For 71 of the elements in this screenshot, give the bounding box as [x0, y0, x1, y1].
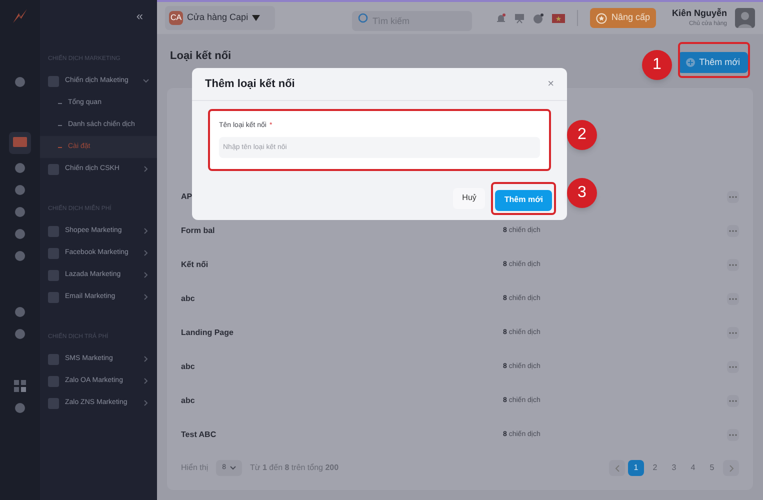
range-summary: Từ 1 đến 8 trên tổng 200: [250, 462, 339, 474]
more-button[interactable]: [727, 361, 739, 373]
next-page-button[interactable]: [723, 460, 739, 476]
table-cell: Kết nối: [181, 259, 208, 271]
page-button[interactable]: 4: [685, 460, 701, 476]
chevron-left-icon: [614, 464, 620, 472]
table-cell: Landing Page: [181, 327, 234, 339]
app-icon: [48, 226, 59, 236]
collapse-button[interactable]: «: [136, 8, 143, 24]
chevron-right-icon: [143, 228, 149, 234]
chevron-right-icon: [143, 166, 149, 172]
more-button[interactable]: [727, 429, 739, 441]
chevron-right-icon: [143, 356, 149, 362]
table-cell: abc: [181, 293, 195, 305]
avatar-icon[interactable]: [735, 8, 755, 28]
store-avatar: CA: [169, 11, 183, 25]
grid-icon[interactable]: [12, 378, 28, 394]
chevron-right-icon: [143, 294, 149, 300]
chevron-right-icon: [728, 464, 734, 472]
app-icon: [48, 270, 59, 280]
table-cell: Test ABC: [181, 429, 216, 441]
presentation-icon[interactable]: [514, 12, 526, 24]
more-button[interactable]: [727, 191, 739, 203]
nav-rail-button[interactable]: [9, 132, 31, 154]
show-label: Hiển thị: [181, 462, 208, 474]
store-name: Cửa hàng Capi: [187, 11, 248, 24]
page-title: Loại kết nối: [170, 49, 232, 64]
table-cell: abc: [181, 361, 195, 373]
app-icon: [48, 354, 59, 364]
app-icon: [48, 398, 59, 408]
chevron-down-icon: [230, 466, 236, 470]
app-icon: [48, 376, 59, 386]
flag-icon[interactable]: [552, 14, 566, 22]
page-button[interactable]: 1: [628, 460, 644, 476]
app-icon: [48, 248, 59, 258]
search-icon: [358, 13, 368, 23]
star-icon: [596, 12, 608, 24]
app-icon: [48, 76, 59, 86]
page-button[interactable]: 5: [704, 460, 720, 476]
more-button[interactable]: [727, 395, 739, 407]
step-number: 1: [642, 50, 672, 80]
table-cell: abc: [181, 395, 195, 407]
app-icon: [48, 292, 59, 302]
chevron-right-icon: [143, 400, 149, 406]
page-button[interactable]: 3: [666, 460, 682, 476]
store-selector[interactable]: CA Cửa hàng Capi: [165, 6, 275, 30]
table-cell: AP: [181, 191, 192, 203]
chevron-right-icon: [143, 250, 149, 256]
close-button[interactable]: ×: [548, 78, 554, 90]
add-button[interactable]: Thêm mới: [678, 52, 748, 73]
chevron-right-icon: [143, 272, 149, 278]
more-button[interactable]: [727, 259, 739, 271]
more-button[interactable]: [727, 327, 739, 339]
chevron-down-icon: [143, 78, 149, 84]
more-button[interactable]: [727, 293, 739, 305]
bell-icon[interactable]: [496, 12, 506, 24]
page-button[interactable]: 2: [647, 460, 663, 476]
dialog-title: Thêm loại kết nối: [205, 76, 295, 92]
user-name: Kiên Nguyễn: [672, 6, 727, 20]
upgrade-button[interactable]: Nâng cấp: [590, 8, 656, 28]
chevron-right-icon: [143, 378, 149, 384]
caret-icon: [252, 15, 260, 21]
more-button[interactable]: [727, 225, 739, 237]
app-icon: [48, 164, 59, 174]
plus-circle-icon: [686, 58, 696, 67]
table-cell: Form bal: [181, 225, 215, 237]
cancel-button[interactable]: Huỷ: [453, 188, 486, 209]
submit-button[interactable]: Thêm mới: [495, 190, 552, 210]
previous-page-button[interactable]: [609, 460, 625, 476]
annotation-frame: [678, 42, 750, 78]
logo-icon: [12, 8, 28, 24]
